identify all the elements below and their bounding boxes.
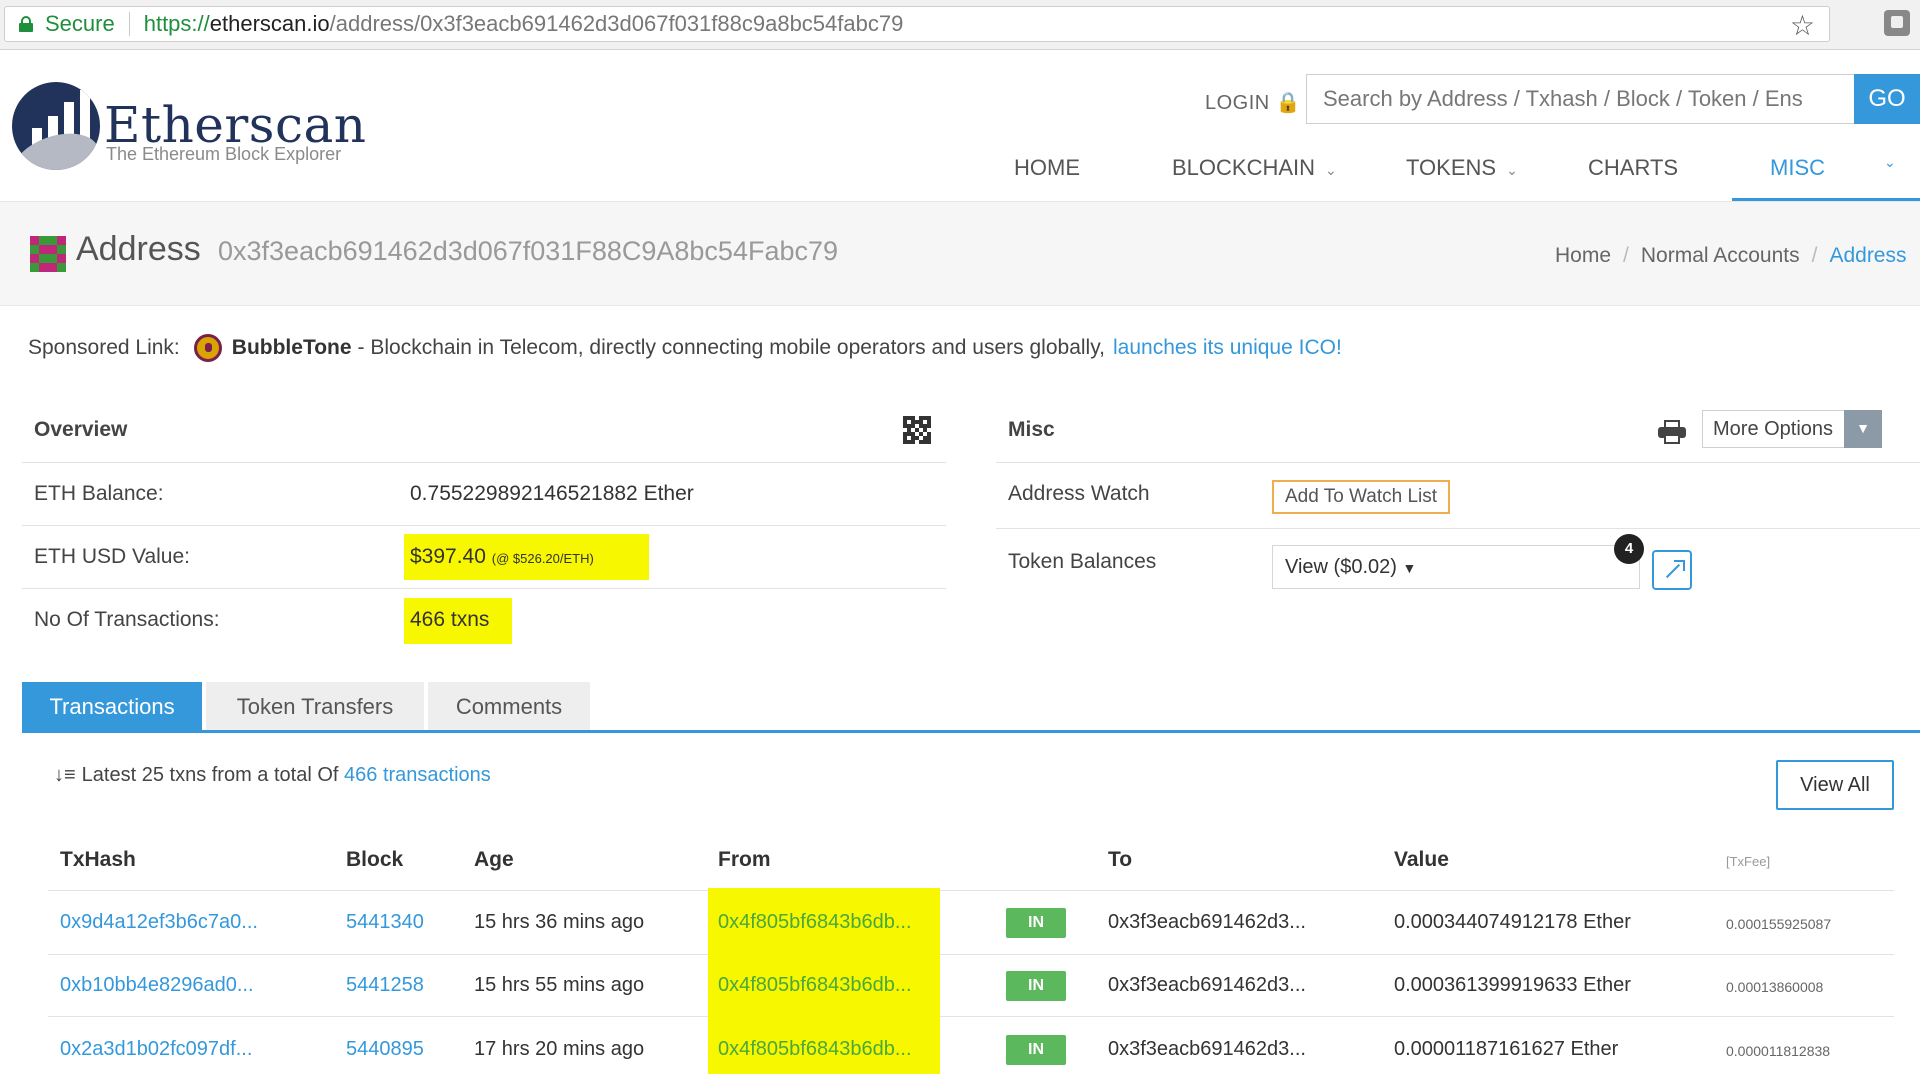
login-icon: 🔒 [1275,92,1302,114]
address-watch-label: Address Watch [1008,482,1150,505]
column-header-block: Block [346,848,404,871]
tx-value: 0.000344074912178 Ether [1394,911,1631,933]
eth-balance-label: ETH Balance: [34,482,164,505]
eth-usd-value-label: ETH USD Value: [34,545,190,568]
overview-title: Overview [34,418,128,441]
nav-charts[interactable]: CHARTS [1588,150,1678,202]
tab-comments[interactable]: Comments [428,682,590,732]
nav-home[interactable]: HOME [1014,150,1080,202]
misc-title: Misc [1008,418,1055,441]
direction-in-badge: IN [1006,908,1066,938]
extension-icon[interactable] [1884,10,1910,36]
tx-fee: 0.000011812838 [1726,1043,1831,1059]
address-bar[interactable]: Secure https://etherscan.io/address/0x3f… [4,6,1830,42]
tx-age: 17 hrs 20 mins ago [474,1038,645,1060]
tx-fee: 0.000155925087 [1726,916,1832,932]
tx-age: 15 hrs 55 mins ago [474,974,645,996]
add-to-watch-list-button[interactable]: Add To Watch List [1272,480,1450,514]
search-go-button[interactable]: GO [1854,74,1920,124]
column-header-to: To [1108,848,1133,871]
login-link[interactable]: LOGIN 🔒 [1205,90,1301,115]
txn-count-label: No Of Transactions: [34,608,220,631]
printer-icon[interactable] [1658,420,1686,444]
column-header-value: Value [1394,848,1449,871]
nav-active-underline [1732,198,1920,201]
chevron-down-icon[interactable]: ⌄ [1884,154,1896,171]
direction-in-badge: IN [1006,971,1066,1001]
sponsor-ico-link[interactable]: launches its unique ICO! [1113,336,1342,360]
block-link[interactable]: 5441340 [346,911,424,934]
from-address-link[interactable]: 0x4f805bf6843b6db... [718,1038,912,1061]
caret-down-icon: ▼ [1402,560,1417,576]
nav-misc[interactable]: MISC [1770,150,1825,202]
nav-blockchain[interactable]: BLOCKCHAIN ⌄ [1172,150,1337,202]
breadcrumb: Home / Normal Accounts / Address [1555,244,1907,267]
column-header-from: From [718,848,771,871]
bookmark-star-icon[interactable]: ☆ [1790,9,1815,42]
lock-icon [19,16,33,32]
tab-token-transfers[interactable]: Token Transfers [206,682,424,732]
all-transactions-link[interactable]: 466 transactions [344,764,491,786]
column-header-txfee[interactable]: [TxFee] [1726,854,1770,869]
chevron-down-icon: ⌄ [1325,162,1337,178]
qr-code-icon[interactable] [903,416,931,444]
search-input[interactable] [1306,74,1854,124]
chevron-down-icon: ▼ [1844,410,1882,448]
block-link[interactable]: 5440895 [346,1038,424,1061]
nav-tokens[interactable]: TOKENS ⌄ [1406,150,1518,202]
tx-hash-link[interactable]: 0x9d4a12ef3b6c7a0... [60,911,258,934]
chevron-down-icon: ⌄ [1506,162,1518,178]
to-address: 0x3f3eacb691462d3... [1108,1038,1306,1060]
to-address: 0x3f3eacb691462d3... [1108,974,1306,996]
token-balances-select[interactable]: View ($0.02) ▼ [1272,545,1640,589]
address-hash: 0x3f3eacb691462d3d067f031F88C9A8bc54Fabc… [218,236,839,266]
tx-value: 0.000361399919633 Ether [1394,974,1631,996]
tx-age: 15 hrs 36 mins ago [474,911,645,933]
breadcrumb-normal-accounts[interactable]: Normal Accounts [1641,244,1800,267]
expand-icon[interactable] [1652,550,1692,590]
tx-hash-link[interactable]: 0x2a3d1b02fc097df... [60,1038,252,1061]
tab-transactions[interactable]: Transactions [22,682,202,732]
token-count-badge: 4 [1614,534,1644,564]
direction-in-badge: IN [1006,1035,1066,1065]
sponsor-name[interactable]: BubbleTone [232,336,352,360]
tx-fee: 0.00013860008 [1726,979,1824,995]
txn-count-value: 466 txns [410,608,490,631]
eth-balance-value: 0.755229892146521882 Ether [410,482,694,505]
address-identicon-icon [30,236,66,272]
url-host: etherscan.io [209,11,330,36]
from-address-link[interactable]: 0x4f805bf6843b6db... [718,974,912,997]
tx-value: 0.00001187161627 Ether [1394,1038,1619,1060]
address-heading-bar: Address 0x3f3eacb691462d3d067f031F88C9A8… [0,202,1920,306]
url-path: /address/0x3f3eacb691462d3d067f031f88c9a… [329,11,904,36]
block-link[interactable]: 5441258 [346,974,424,997]
to-address: 0x3f3eacb691462d3... [1108,911,1306,933]
site-header: Etherscan The Ethereum Block Explorer LO… [0,50,1920,202]
txn-summary: ↓≡ Latest 25 txns from a total Of 466 tra… [54,764,491,786]
bubbletone-logo-icon [193,334,222,362]
page-title: Address [76,230,201,268]
more-options-dropdown[interactable]: More Options ▼ [1702,410,1882,448]
eth-usd-value: $397.40 (@ $526.20/ETH) [410,545,594,568]
from-address-link[interactable]: 0x4f805bf6843b6db... [718,911,912,934]
sponsored-link: Sponsored Link: BubbleTone - Blockchain … [28,334,1342,362]
view-all-button[interactable]: View All [1776,760,1894,810]
breadcrumb-address: Address [1829,244,1907,267]
tx-hash-link[interactable]: 0xb10bb4e8296ad0... [60,974,254,997]
token-balances-label: Token Balances [1008,550,1157,573]
browser-toolbar: Secure https://etherscan.io/address/0x3f… [0,0,1920,50]
url-protocol: https:// [143,11,210,36]
column-header-age: Age [474,848,514,871]
column-header-txhash: TxHash [60,848,136,871]
secure-label: Secure [45,11,115,36]
breadcrumb-home[interactable]: Home [1555,244,1611,267]
sort-icon: ↓≡ [54,764,76,786]
main-nav: HOME BLOCKCHAIN ⌄ TOKENS ⌄ CHARTS MISC ⌄ [0,150,1920,202]
